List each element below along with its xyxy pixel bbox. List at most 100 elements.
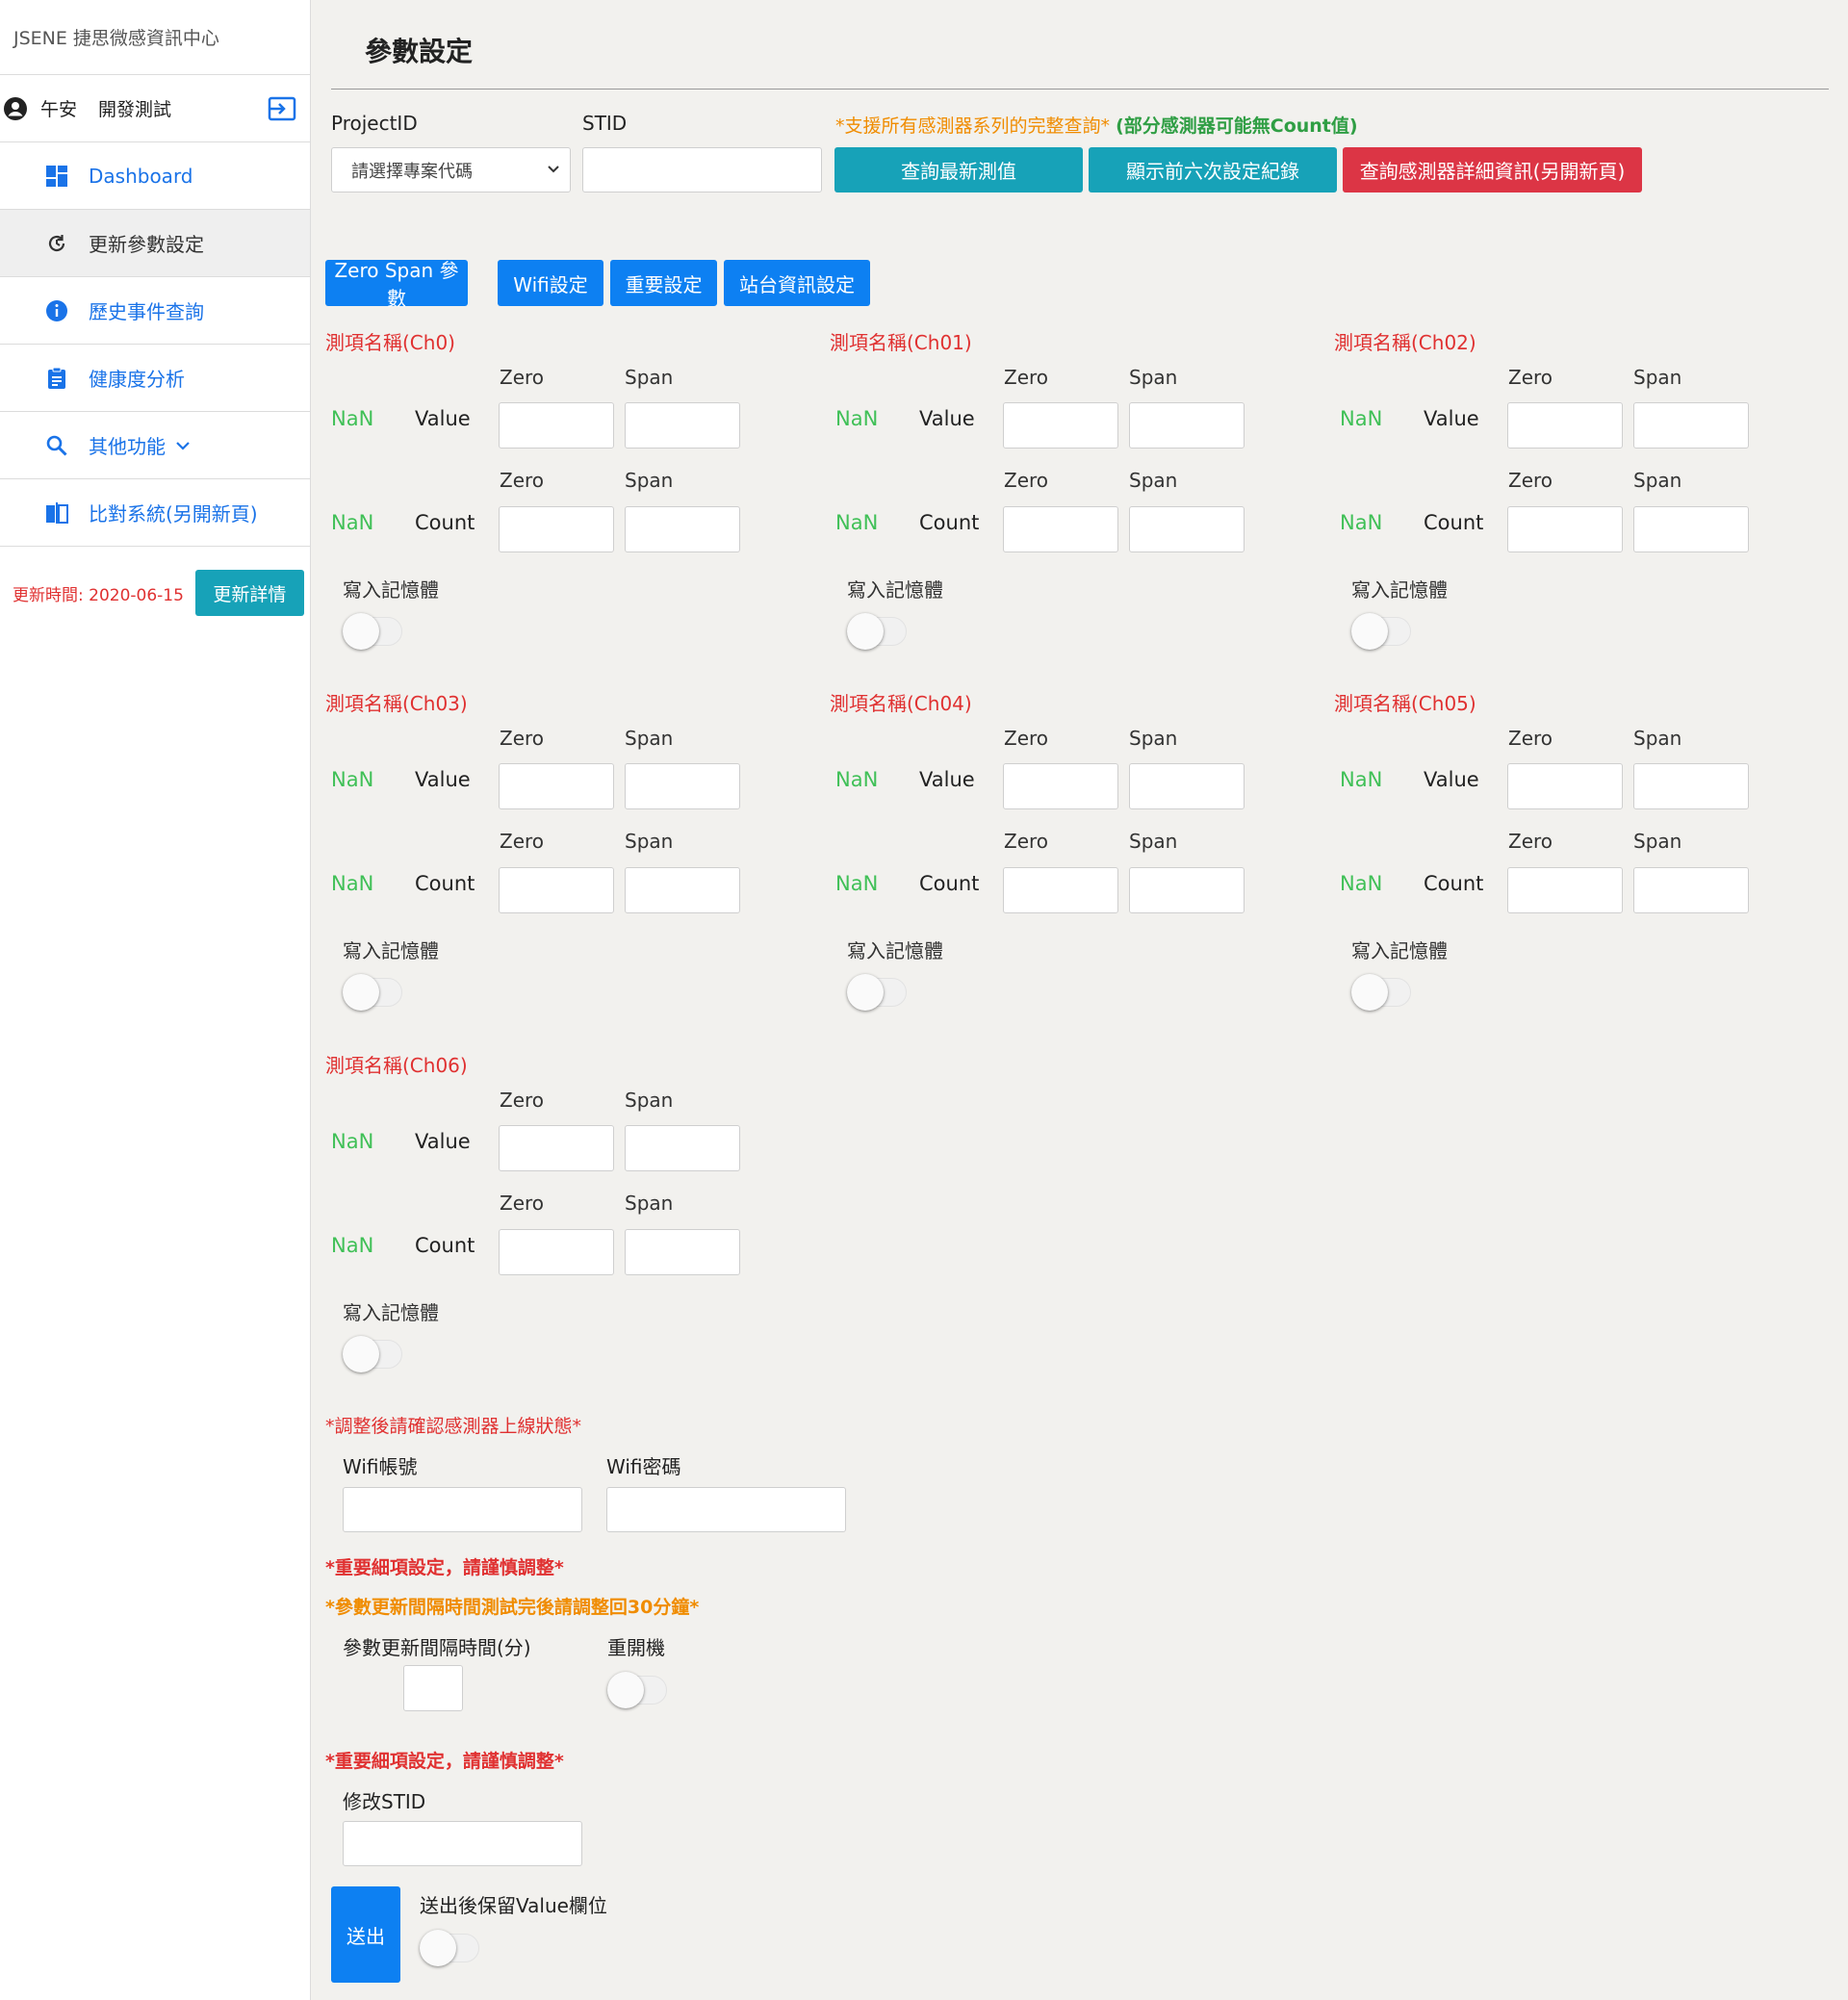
count-label: Count [1424, 511, 1484, 534]
write-memory-toggle[interactable] [343, 974, 402, 1011]
sensor-detail-button[interactable]: 查詢感測器詳細資訊(另開新頁) [1343, 147, 1642, 192]
value-zero-input[interactable] [1507, 763, 1623, 809]
tab-wifi[interactable]: Wifi設定 [498, 260, 603, 306]
write-memory-toggle[interactable] [343, 1336, 402, 1372]
wifi-password-input[interactable] [606, 1487, 846, 1532]
zero-header: Zero [500, 469, 545, 492]
value-span-input[interactable] [1633, 402, 1749, 449]
write-memory-toggle[interactable] [1351, 974, 1411, 1011]
value-zero-input[interactable] [499, 1125, 614, 1171]
span-header: Span [1129, 727, 1178, 750]
value-nan: NaN [1340, 768, 1383, 791]
zero-header: Zero [500, 1089, 545, 1112]
sidebar-item-history[interactable]: 歷史事件查詢 [0, 277, 310, 345]
write-memory-toggle[interactable] [343, 613, 402, 650]
write-memory-label: 寫入記憶體 [343, 578, 439, 602]
value-label: Value [1424, 768, 1479, 791]
wifi-account-input[interactable] [343, 1487, 582, 1532]
value-span-input[interactable] [1129, 763, 1245, 809]
count-label: Count [415, 511, 475, 534]
zero-header: Zero [1004, 469, 1049, 492]
chevron-down-icon [176, 441, 190, 450]
tab-important[interactable]: 重要設定 [610, 260, 717, 306]
count-span-input[interactable] [1633, 506, 1749, 552]
sidebar-item-health[interactable]: 健康度分析 [0, 345, 310, 412]
zero-header: Zero [1508, 830, 1553, 853]
span-header: Span [625, 1089, 674, 1112]
search-icon [44, 433, 69, 458]
tab-station[interactable]: 站台資訊設定 [724, 260, 870, 306]
count-note-text: (部分感測器可能無Count值) [1116, 115, 1358, 137]
value-span-input[interactable] [625, 763, 740, 809]
reboot-toggle[interactable] [607, 1672, 667, 1708]
span-header: Span [625, 469, 674, 492]
value-label: Value [1424, 407, 1479, 430]
value-zero-input[interactable] [499, 402, 614, 449]
value-zero-input[interactable] [499, 763, 614, 809]
zero-header: Zero [1004, 366, 1049, 389]
span-header: Span [1129, 830, 1178, 853]
show-history-button[interactable]: 顯示前六次設定紀錄 [1089, 147, 1337, 192]
count-zero-input[interactable] [1507, 506, 1623, 552]
divider [331, 89, 1829, 90]
value-span-input[interactable] [625, 402, 740, 449]
write-memory-toggle[interactable] [847, 974, 907, 1011]
zero-header: Zero [1004, 727, 1049, 750]
update-details-button[interactable]: 更新詳情 [194, 570, 304, 616]
count-zero-input[interactable] [499, 1229, 614, 1275]
zero-header: Zero [500, 830, 545, 853]
count-span-input[interactable] [625, 1229, 740, 1275]
user-avatar-icon [4, 96, 27, 120]
tab-zero-span[interactable]: Zero Span 參數 [325, 259, 468, 310]
sidebar-item-dashboard[interactable]: Dashboard [0, 142, 310, 210]
submit-button[interactable]: 送出 [331, 1886, 400, 1983]
span-header: Span [625, 366, 674, 389]
value-nan: NaN [835, 768, 879, 791]
channel-block: 測項名稱(Ch04) Zero Span NaN Value Zero Span NaN Cou… [830, 688, 1311, 1035]
count-zero-input[interactable] [1507, 867, 1623, 913]
value-span-input[interactable] [625, 1125, 740, 1171]
count-span-input[interactable] [625, 867, 740, 913]
count-zero-input[interactable] [1003, 867, 1118, 913]
zero-header: Zero [1508, 469, 1553, 492]
write-memory-toggle[interactable] [1351, 613, 1411, 650]
sidebar-item-compare[interactable]: 比對系統(另開新頁) [0, 479, 310, 547]
sidebar-item-other[interactable]: 其他功能 [0, 412, 310, 479]
zero-header: Zero [500, 1192, 545, 1215]
logout-icon[interactable] [268, 96, 296, 121]
value-zero-input[interactable] [1507, 402, 1623, 449]
write-memory-toggle[interactable] [847, 613, 907, 650]
count-zero-input[interactable] [499, 867, 614, 913]
count-span-input[interactable] [1129, 506, 1245, 552]
count-zero-input[interactable] [499, 506, 614, 552]
project-select-value: 請選擇專案代碼 [351, 161, 473, 182]
value-nan: NaN [331, 768, 374, 791]
count-span-input[interactable] [625, 506, 740, 552]
count-zero-input[interactable] [1003, 506, 1118, 552]
support-note-text: *支援所有感測器系列的完整查詢* [835, 115, 1111, 137]
brand-title: JSENE 捷思微感資訊中心 [0, 0, 310, 75]
value-span-input[interactable] [1633, 763, 1749, 809]
stid-input[interactable] [582, 147, 822, 192]
query-latest-button[interactable]: 查詢最新測值 [834, 147, 1083, 192]
stid-label: STID [582, 112, 628, 135]
project-select[interactable]: 請選擇專案代碼 [331, 147, 571, 192]
value-span-input[interactable] [1129, 402, 1245, 449]
span-header: Span [1633, 366, 1682, 389]
sidebar-item-update-params[interactable]: 更新參數設定 [0, 210, 310, 277]
write-memory-label: 寫入記憶體 [343, 939, 439, 962]
count-span-input[interactable] [1633, 867, 1749, 913]
count-label: Count [919, 872, 980, 895]
count-span-input[interactable] [1129, 867, 1245, 913]
channel-name: 測項名稱(Ch03) [325, 692, 468, 715]
value-label: Value [415, 1130, 471, 1153]
keep-value-label: 送出後保留Value欄位 [420, 1894, 607, 1917]
span-header: Span [625, 727, 674, 750]
wifi-password-label: Wifi密碼 [606, 1455, 681, 1478]
value-nan: NaN [331, 1130, 374, 1153]
keep-value-toggle[interactable] [420, 1930, 479, 1966]
value-zero-input[interactable] [1003, 763, 1118, 809]
value-zero-input[interactable] [1003, 402, 1118, 449]
modify-stid-input[interactable] [343, 1821, 582, 1866]
interval-input[interactable] [403, 1665, 463, 1711]
